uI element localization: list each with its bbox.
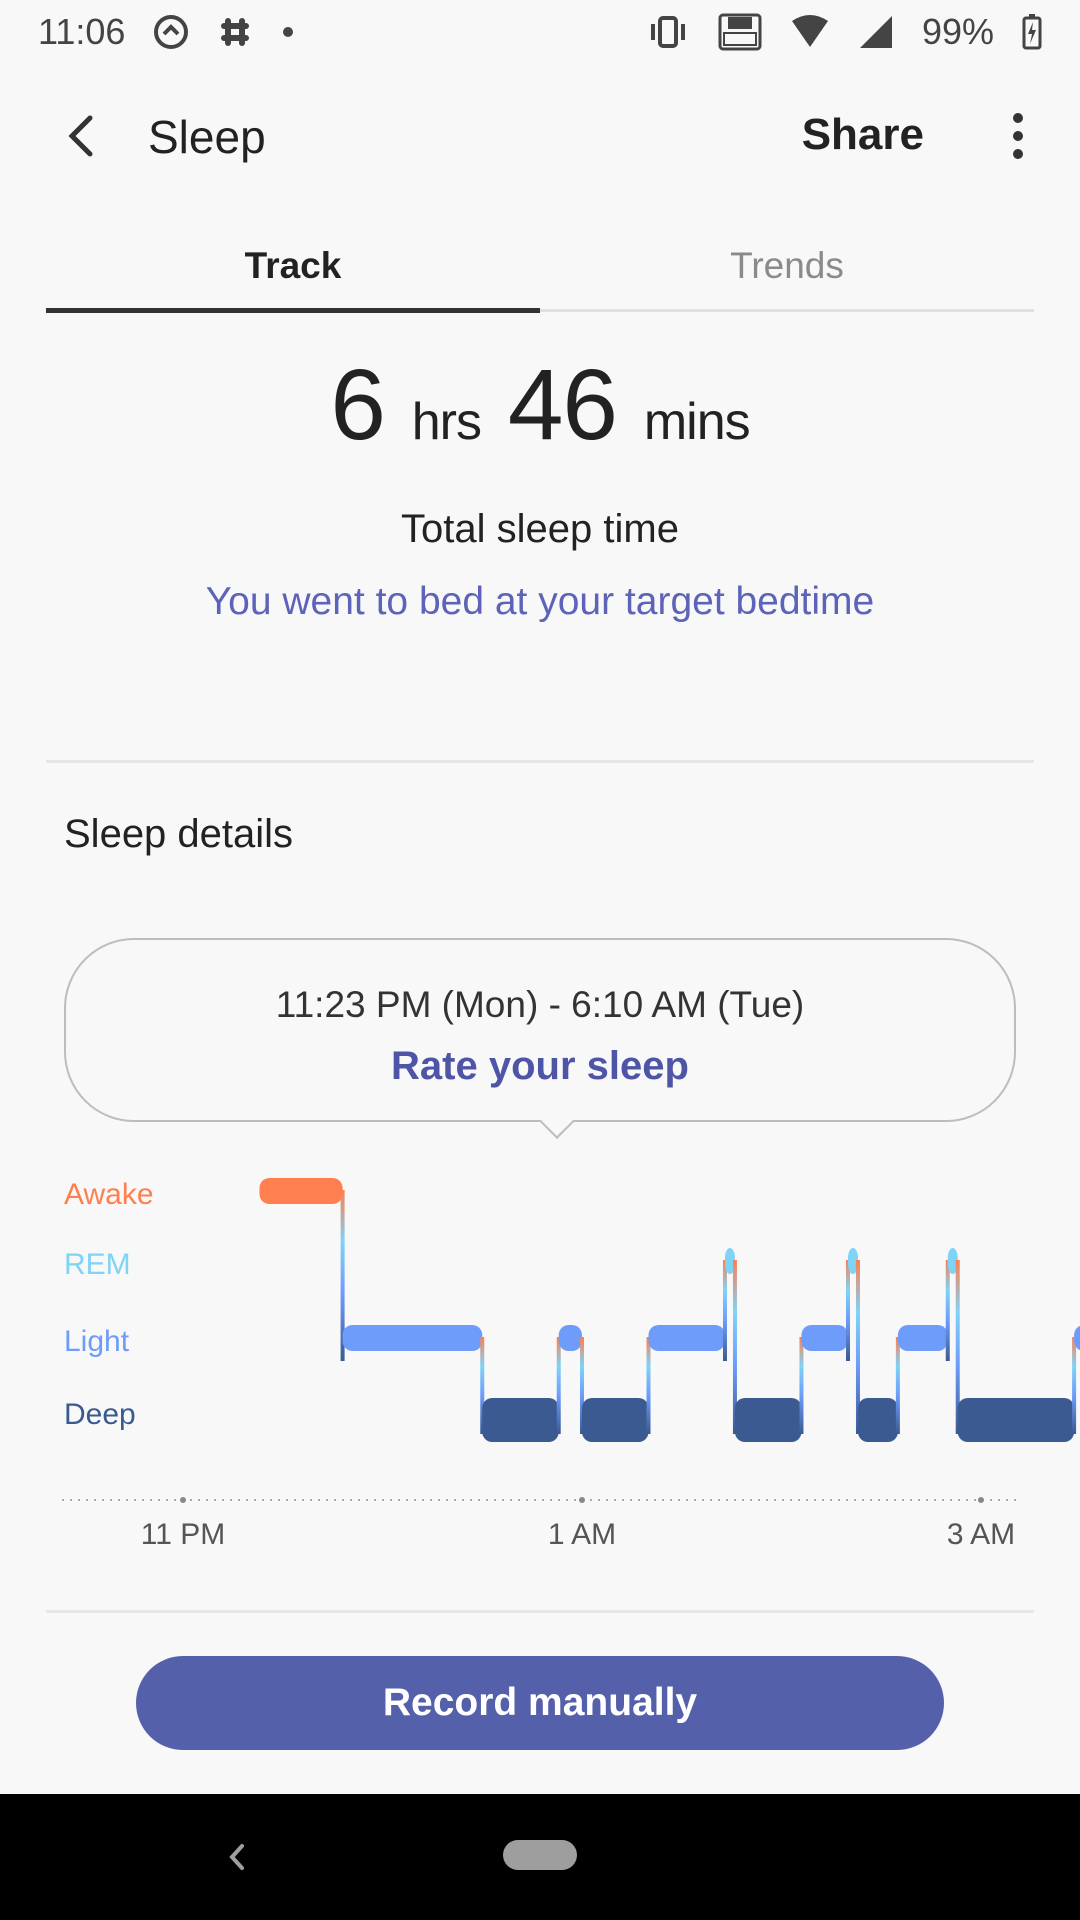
- nav-home-button[interactable]: [503, 1840, 577, 1870]
- stage-transition: [1072, 1337, 1077, 1434]
- total-sleep-label: Total sleep time: [401, 507, 679, 551]
- dot-icon: [281, 25, 295, 39]
- duration-minutes: 46: [507, 349, 618, 461]
- share-button[interactable]: Share: [802, 110, 924, 160]
- page-title: Sleep: [148, 111, 266, 163]
- stage-block-deep: [582, 1398, 649, 1442]
- sync-icon: [153, 14, 189, 50]
- x-tick-mark: [579, 1497, 585, 1503]
- sleep-duration: 6 hrs 46 mins: [0, 340, 1080, 487]
- tab-track[interactable]: Track: [46, 236, 540, 316]
- stage-label-deep: Deep: [64, 1398, 136, 1431]
- stage-block-light: [558, 1325, 582, 1351]
- status-time: 11:06: [38, 11, 126, 52]
- hours-unit: hrs: [411, 393, 482, 451]
- status-right: 99%: [646, 11, 1042, 53]
- more-options-icon[interactable]: [996, 104, 1040, 168]
- minutes-unit: mins: [643, 393, 751, 451]
- vibrate-icon: [646, 14, 690, 50]
- battery-charging-icon: [1022, 14, 1042, 50]
- stage-transition: [722, 1260, 727, 1361]
- stage-transition: [895, 1337, 900, 1434]
- sleep-session-callout[interactable]: 11:23 PM (Mon) - 6:10 AM (Tue) Rate your…: [64, 938, 1016, 1122]
- x-tick-mark: [180, 1497, 186, 1503]
- stage-block-light: [648, 1325, 725, 1351]
- stage-transition: [556, 1337, 561, 1434]
- sleep-summary: 6 hrs 46 mins Total sleep time You went …: [0, 340, 1080, 624]
- stage-block-deep: [957, 1398, 1075, 1442]
- x-tick-label: 1 AM: [548, 1518, 616, 1551]
- signal-icon: [858, 14, 894, 50]
- stage-label-rem: REM: [64, 1248, 131, 1281]
- x-tick-label: 3 AM: [947, 1518, 1015, 1551]
- sleep-chart-svg: AwakeREMLightDeep11 PM1 AM3 AM5 AM7 AM: [62, 1178, 1080, 1551]
- volte-icon: [718, 13, 762, 51]
- bedtime-message: You went to bed at your target bedtime: [205, 580, 875, 623]
- record-manually-button[interactable]: Record manually: [136, 1656, 944, 1750]
- sleep-stages-chart: AwakeREMLightDeep11 PM1 AM3 AM5 AM7 AM: [0, 1160, 1080, 1560]
- tab-track-line: [540, 309, 1034, 312]
- rate-sleep-link[interactable]: Rate your sleep: [66, 1044, 1014, 1089]
- stage-transition: [799, 1337, 804, 1434]
- stage-block-deep: [857, 1398, 898, 1442]
- stage-transition: [646, 1337, 651, 1434]
- x-tick-label: 11 PM: [141, 1518, 225, 1551]
- chart-divider: [46, 1610, 1034, 1613]
- system-nav-bar: [0, 1794, 1080, 1920]
- wifi-icon: [790, 15, 830, 49]
- nav-back-icon[interactable]: [218, 1832, 254, 1882]
- stage-label-light: Light: [64, 1325, 130, 1358]
- tab-trends[interactable]: Trends: [540, 236, 1034, 316]
- stage-block-awake: [259, 1178, 343, 1204]
- battery-percent: 99%: [921, 11, 994, 52]
- slack-icon: [217, 14, 253, 50]
- x-tick-mark: [978, 1497, 984, 1503]
- status-left: 11:06: [38, 11, 295, 53]
- stage-block-light: [897, 1325, 948, 1351]
- stage-block-light: [342, 1325, 483, 1351]
- stage-block-deep: [482, 1398, 559, 1442]
- duration-hours: 6: [330, 349, 386, 461]
- tab-bar: Track Trends: [46, 236, 1034, 316]
- stage-block-deep: [734, 1398, 802, 1442]
- status-bar: 11:06 99%: [0, 0, 1080, 64]
- back-arrow-icon[interactable]: [54, 106, 114, 166]
- sleep-details-title: Sleep details: [64, 812, 294, 856]
- app-header: Sleep Share: [0, 80, 1080, 200]
- section-divider: [46, 760, 1034, 763]
- active-tab-indicator: [46, 308, 540, 313]
- sleep-time-range: 11:23 PM (Mon) - 6:10 AM (Tue): [275, 984, 805, 1025]
- stage-transition: [846, 1260, 850, 1361]
- stage-label-awake: Awake: [64, 1178, 154, 1211]
- stage-transition: [945, 1260, 950, 1361]
- stage-block-light: [801, 1325, 848, 1351]
